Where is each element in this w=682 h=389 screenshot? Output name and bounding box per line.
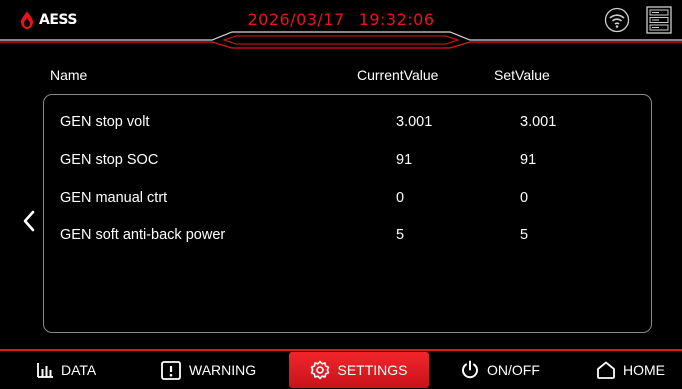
row-name: GEN stop SOC xyxy=(60,152,159,168)
table-row[interactable]: GEN manual ctrt 0 0 xyxy=(0,190,682,210)
server-icon[interactable] xyxy=(646,6,672,39)
top-bar: AESS 2026/03/17 19:32:06 xyxy=(0,0,682,49)
table-row[interactable]: GEN soft anti-back power 5 5 xyxy=(0,227,682,247)
row-current-value: 5 xyxy=(396,227,405,243)
wifi-icon[interactable] xyxy=(604,7,630,38)
row-name: GEN manual ctrt xyxy=(60,190,168,206)
row-name: GEN stop volt xyxy=(60,114,150,130)
row-current-value: 91 xyxy=(396,152,413,168)
nav-home[interactable]: HOME xyxy=(596,351,665,389)
gear-icon xyxy=(311,360,330,380)
row-current-value: 3.001 xyxy=(396,114,433,130)
nav-warning-label: WARNING xyxy=(189,362,257,378)
row-set-value[interactable]: 5 xyxy=(520,227,528,243)
back-button[interactable] xyxy=(14,206,44,236)
chevron-left-icon xyxy=(23,210,35,232)
row-name: GEN soft anti-back power xyxy=(60,227,226,243)
bar-chart-icon xyxy=(37,363,53,378)
table-header: Name CurrentValue SetValue xyxy=(0,67,682,85)
row-set-value[interactable]: 3.001 xyxy=(520,114,556,130)
nav-on-off[interactable]: ON/OFF xyxy=(460,351,540,389)
home-icon xyxy=(597,361,615,379)
header-frame-decoration xyxy=(0,31,682,49)
bottom-nav: DATA WARNING SETTINGS ON/OFF HOME xyxy=(0,351,682,389)
row-set-value[interactable]: 0 xyxy=(520,190,528,206)
power-icon xyxy=(462,360,478,379)
column-header-set-value: SetValue xyxy=(494,67,550,83)
warning-icon xyxy=(161,361,181,380)
table-row[interactable]: GEN stop volt 3.001 3.001 xyxy=(0,114,682,134)
nav-data-label: DATA xyxy=(61,362,97,378)
row-current-value: 0 xyxy=(396,190,405,206)
time-text: 19:32:06 xyxy=(358,10,435,29)
nav-on-off-label: ON/OFF xyxy=(487,362,540,378)
date-text: 2026/03/17 xyxy=(247,10,345,29)
column-header-name: Name xyxy=(50,67,88,83)
table-row[interactable]: GEN stop SOC 91 91 xyxy=(0,152,682,172)
nav-warning[interactable]: WARNING xyxy=(160,351,256,389)
column-header-current-value: CurrentValue xyxy=(357,67,439,83)
nav-home-label: HOME xyxy=(623,362,665,378)
row-set-value[interactable]: 91 xyxy=(520,152,536,168)
nav-settings-label: SETTINGS xyxy=(337,362,408,378)
datetime-display: 2026/03/17 19:32:06 xyxy=(0,10,682,29)
nav-data[interactable]: DATA xyxy=(36,351,96,389)
nav-settings[interactable]: SETTINGS xyxy=(289,352,429,388)
